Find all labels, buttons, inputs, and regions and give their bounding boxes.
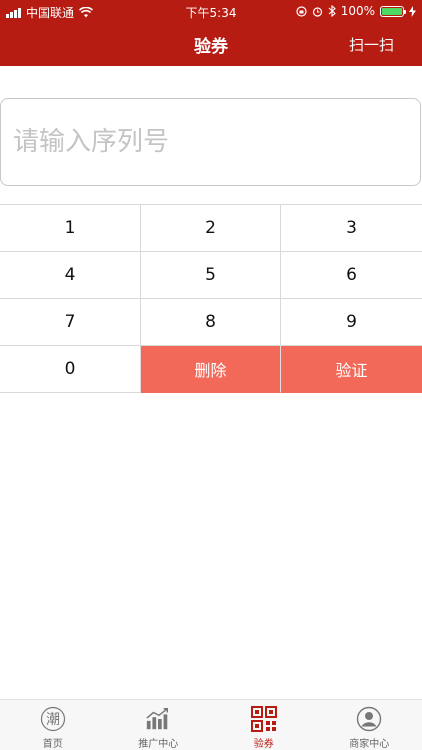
serial-number-input[interactable] (13, 127, 408, 157)
scan-button[interactable]: 扫一扫 (349, 34, 394, 55)
key-8[interactable]: 8 (141, 299, 281, 346)
status-bar: 中国联通 下午5:34 100% (0, 0, 422, 22)
verify-button[interactable]: 验证 (281, 346, 422, 393)
battery-percent: 100% (340, 4, 375, 18)
tab-voucher[interactable]: 验券 (211, 700, 317, 750)
tab-merchant-label: 商家中心 (349, 739, 390, 750)
top-bar: 中国联通 下午5:34 100% 验券 扫一扫 (0, 0, 422, 66)
orientation-lock-icon (296, 5, 307, 17)
user-icon (356, 706, 382, 732)
key-1[interactable]: 1 (0, 205, 141, 252)
key-9[interactable]: 9 (281, 299, 422, 346)
key-2[interactable]: 2 (141, 205, 281, 252)
key-6[interactable]: 6 (281, 252, 422, 299)
tab-home[interactable]: 潮 首页 (0, 700, 106, 750)
alarm-icon (312, 6, 322, 17)
battery-icon (380, 5, 406, 17)
home-logo-icon: 潮 (40, 706, 66, 732)
tab-home-label: 首页 (42, 739, 63, 750)
key-3[interactable]: 3 (281, 205, 422, 252)
serial-input-box[interactable] (0, 98, 421, 186)
home-logo-glyph: 潮 (46, 712, 60, 728)
tab-promotion[interactable]: 推广中心 (106, 700, 212, 750)
delete-button[interactable]: 删除 (141, 346, 281, 393)
bluetooth-icon (328, 5, 336, 17)
key-4[interactable]: 4 (0, 252, 141, 299)
tab-promotion-label: 推广中心 (138, 739, 179, 750)
keypad: 1 2 3 4 5 6 7 8 9 0 删除 验证 (0, 204, 422, 393)
key-7[interactable]: 7 (0, 299, 141, 346)
key-5[interactable]: 5 (141, 252, 281, 299)
key-0[interactable]: 0 (0, 346, 141, 393)
bar-chart-icon (145, 706, 171, 732)
tab-bar: 潮 首页 推广中心 验券 商家中心 (0, 699, 422, 750)
charging-icon (409, 5, 416, 17)
tab-voucher-label: 验券 (253, 739, 274, 750)
tab-merchant[interactable]: 商家中心 (317, 700, 422, 750)
qr-code-icon (250, 706, 277, 732)
